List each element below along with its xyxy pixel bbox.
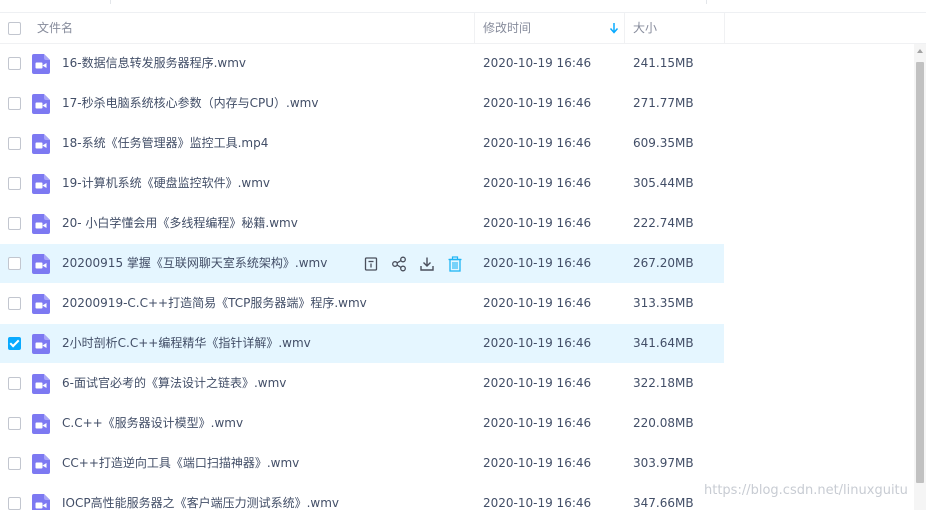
video-file-icon [32, 334, 50, 354]
file-size: 267.20MB [633, 256, 694, 270]
file-size: 220.08MB [633, 416, 694, 430]
row-checkbox[interactable] [8, 337, 21, 350]
file-modified-time: 2020-10-19 16:46 [483, 496, 592, 510]
file-name[interactable]: C.C++《服务器设计模型》.wmv [62, 404, 243, 443]
file-size: 222.74MB [633, 216, 694, 230]
share-icon[interactable] [390, 255, 408, 273]
file-modified-time: 2020-10-19 16:46 [483, 216, 592, 230]
video-file-icon [32, 494, 50, 510]
row-checkbox[interactable] [8, 377, 21, 390]
row-checkbox[interactable] [8, 57, 21, 70]
file-name[interactable]: 2小时剖析C.C++编程精华《指针详解》.wmv [62, 324, 311, 363]
file-row[interactable]: 20200919-C.C++打造简易《TCP服务器端》程序.wmv 2020-10… [0, 284, 724, 323]
delete-icon[interactable] [446, 255, 464, 273]
video-file-icon [32, 214, 50, 234]
video-file-icon [32, 174, 50, 194]
file-size: 271.77MB [633, 96, 694, 110]
file-modified-time: 2020-10-19 16:46 [483, 136, 592, 150]
file-size: 347.66MB [633, 496, 694, 510]
file-modified-time: 2020-10-19 16:46 [483, 376, 592, 390]
file-name[interactable]: 20200915 掌握《互联网聊天室系统架构》.wmv [62, 244, 327, 283]
modified-column-header[interactable]: 修改时间 [483, 13, 531, 43]
file-modified-time: 2020-10-19 16:46 [483, 176, 592, 190]
file-modified-time: 2020-10-19 16:46 [483, 416, 592, 430]
file-size: 241.15MB [633, 56, 694, 70]
row-checkbox[interactable] [8, 177, 21, 190]
row-checkbox[interactable] [8, 297, 21, 310]
row-checkbox[interactable] [8, 497, 21, 510]
file-modified-time: 2020-10-19 16:46 [483, 96, 592, 110]
file-size: 322.18MB [633, 376, 694, 390]
sort-descending-icon[interactable] [609, 22, 619, 34]
file-name[interactable]: 18-系统《任务管理器》监控工具.mp4 [62, 124, 268, 163]
file-name[interactable]: 17-秒杀电脑系统核心参数（内存与CPU）.wmv [62, 84, 318, 123]
file-row[interactable]: 20200915 掌握《互联网聊天室系统架构》.wmv 2020-10-19 16… [0, 244, 724, 283]
share-link-icon[interactable] [362, 255, 380, 273]
file-modified-time: 2020-10-19 16:46 [483, 56, 592, 70]
scrollbar-thumb[interactable] [916, 62, 924, 483]
file-modified-time: 2020-10-19 16:46 [483, 336, 592, 350]
file-list-header: 文件名 修改时间 大小 [0, 13, 926, 44]
video-file-icon [32, 294, 50, 314]
file-name[interactable]: 20200919-C.C++打造简易《TCP服务器端》程序.wmv [62, 284, 367, 323]
size-column-header[interactable]: 大小 [633, 13, 657, 43]
column-divider [474, 13, 475, 43]
row-checkbox[interactable] [8, 257, 21, 270]
header-divider-tick [110, 0, 111, 4]
file-size: 305.44MB [633, 176, 694, 190]
file-size: 313.35MB [633, 296, 694, 310]
file-list: 16-数据信息转发服务器程序.wmv 2020-10-19 16:46 241.15… [0, 44, 914, 510]
file-name[interactable]: 19-计算机系统《硬盘监控软件》.wmv [62, 164, 270, 203]
row-checkbox[interactable] [8, 97, 21, 110]
name-column-header[interactable]: 文件名 [37, 13, 73, 43]
file-size: 303.97MB [633, 456, 694, 470]
video-file-icon [32, 54, 50, 74]
watermark: https://blog.csdn.net/linuxguitu [704, 483, 908, 498]
video-file-icon [32, 94, 50, 114]
file-row[interactable]: 19-计算机系统《硬盘监控软件》.wmv 2020-10-19 16:46 305.… [0, 164, 724, 203]
video-file-icon [32, 374, 50, 394]
file-row[interactable]: CC++打造逆向工具《端口扫描神器》.wmv 2020-10-19 16:46 30… [0, 444, 724, 483]
video-file-icon [32, 454, 50, 474]
file-name[interactable]: CC++打造逆向工具《端口扫描神器》.wmv [62, 444, 299, 483]
file-name[interactable]: 6-面试官必考的《算法设计之链表》.wmv [62, 364, 286, 403]
file-size: 609.35MB [633, 136, 694, 150]
video-file-icon [32, 134, 50, 154]
file-row[interactable]: IOCP高性能服务器之《客户端压力测试系统》.wmv 2020-10-19 16:… [0, 484, 724, 510]
header-divider-tick [706, 0, 707, 4]
file-row[interactable]: 18-系统《任务管理器》监控工具.mp4 2020-10-19 16:46 609.… [0, 124, 724, 163]
row-checkbox[interactable] [8, 417, 21, 430]
column-divider [724, 13, 725, 43]
video-file-icon [32, 414, 50, 434]
file-modified-time: 2020-10-19 16:46 [483, 456, 592, 470]
file-row[interactable]: 20- 小白学懂会用《多线程编程》秘籍.wmv 2020-10-19 16:46 2… [0, 204, 724, 243]
row-checkbox[interactable] [8, 137, 21, 150]
file-row[interactable]: 17-秒杀电脑系统核心参数（内存与CPU）.wmv 2020-10-19 16:4… [0, 84, 724, 123]
file-name[interactable]: 20- 小白学懂会用《多线程编程》秘籍.wmv [62, 204, 298, 243]
file-name[interactable]: 16-数据信息转发服务器程序.wmv [62, 44, 246, 83]
row-checkbox[interactable] [8, 217, 21, 230]
download-icon[interactable] [418, 255, 436, 273]
file-name[interactable]: IOCP高性能服务器之《客户端压力测试系统》.wmv [62, 484, 339, 510]
scroll-up-arrow-icon[interactable] [914, 44, 926, 58]
file-row[interactable]: C.C++《服务器设计模型》.wmv 2020-10-19 16:46 220.08… [0, 404, 724, 443]
column-divider [624, 13, 625, 43]
row-checkbox[interactable] [8, 457, 21, 470]
file-size: 341.64MB [633, 336, 694, 350]
file-row[interactable]: 16-数据信息转发服务器程序.wmv 2020-10-19 16:46 241.15… [0, 44, 724, 83]
file-row[interactable]: 2小时剖析C.C++编程精华《指针详解》.wmv 2020-10-19 16:46… [0, 324, 724, 363]
select-all-checkbox[interactable] [8, 22, 21, 35]
file-row[interactable]: 6-面试官必考的《算法设计之链表》.wmv 2020-10-19 16:46 322… [0, 364, 724, 403]
file-modified-time: 2020-10-19 16:46 [483, 296, 592, 310]
file-modified-time: 2020-10-19 16:46 [483, 256, 592, 270]
video-file-icon [32, 254, 50, 274]
